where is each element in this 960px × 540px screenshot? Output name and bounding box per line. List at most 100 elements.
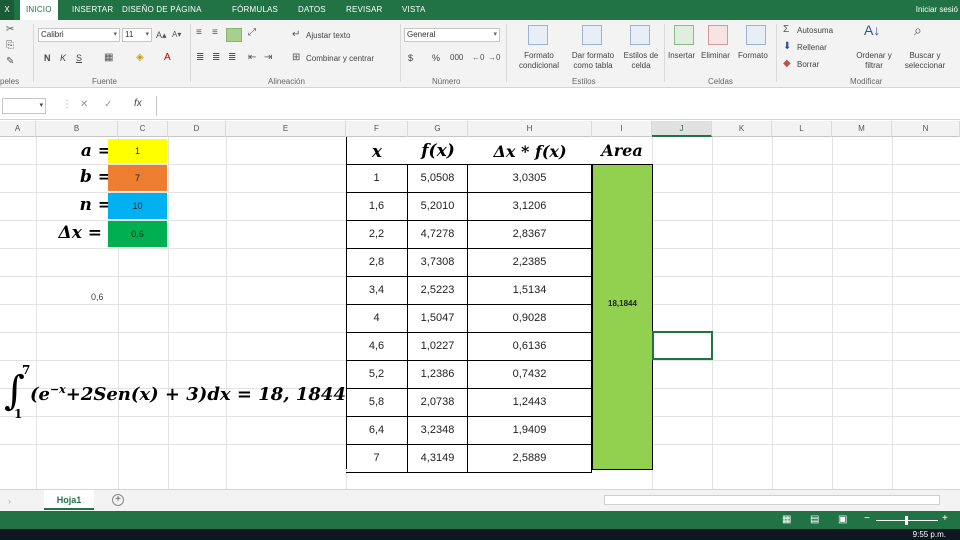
cell-fx[interactable]: 2,5223	[408, 277, 468, 305]
cell-dxfx[interactable]: 0,6136	[468, 333, 592, 361]
cell-dxfx[interactable]: 3,1206	[468, 193, 592, 221]
column-header-h[interactable]: H	[468, 121, 592, 137]
find-select-icon[interactable]: ⌕	[914, 23, 922, 37]
cell-dxfx[interactable]: 2,5889	[468, 445, 592, 473]
tab-insertar[interactable]: INSERTAR	[72, 0, 113, 20]
increase-indent-icon[interactable]: ⇥	[264, 52, 272, 64]
cell-x[interactable]: 2,2	[346, 221, 408, 249]
param-value-dx[interactable]: 0,6	[108, 221, 167, 247]
cell-dxfx[interactable]: 1,5134	[468, 277, 592, 305]
zoom-out-icon[interactable]: −	[864, 513, 870, 525]
cell-dxfx[interactable]: 3,0305	[468, 165, 592, 193]
underline-button[interactable]: S	[76, 53, 82, 63]
increase-font-icon[interactable]: A▴	[156, 29, 167, 41]
find-select-button[interactable]: Buscar y seleccionar	[898, 51, 952, 71]
app-badge[interactable]: X	[0, 0, 14, 20]
conditional-format-button[interactable]: Formato condicional	[512, 51, 566, 71]
percent-button[interactable]: %	[432, 53, 440, 63]
cell-x[interactable]: 1,6	[346, 193, 408, 221]
normal-view-icon[interactable]: ▦	[782, 514, 791, 526]
page-layout-icon[interactable]: ▤	[810, 514, 819, 526]
column-header-m[interactable]: M	[832, 121, 892, 137]
wrap-text-button[interactable]: Ajustar texto	[306, 31, 350, 40]
decrease-indent-icon[interactable]: ⇤	[248, 52, 256, 64]
clear-button[interactable]: Borrar	[797, 60, 819, 69]
column-header-g[interactable]: G	[408, 121, 468, 137]
column-header-j[interactable]: J	[652, 121, 712, 137]
page-break-icon[interactable]: ▣	[838, 514, 847, 526]
cell-value[interactable]: 0,6	[91, 292, 104, 302]
decrease-font-icon[interactable]: A▾	[172, 29, 181, 41]
column-header-l[interactable]: L	[772, 121, 832, 137]
column-header-b[interactable]: B	[36, 121, 118, 137]
bold-button[interactable]: N	[44, 53, 51, 63]
thousands-button[interactable]: 000	[450, 53, 463, 62]
insert-cells-icon[interactable]	[674, 25, 694, 45]
column-header-a[interactable]: A	[0, 121, 36, 137]
align-right-icon[interactable]: ≣	[228, 52, 236, 64]
cell-x[interactable]: 5,2	[346, 361, 408, 389]
sort-filter-icon[interactable]: A↓	[864, 23, 880, 37]
borders-icon[interactable]: ▦	[104, 52, 113, 64]
param-value-n[interactable]: 10	[108, 193, 167, 219]
insert-function-button[interactable]: fx	[134, 98, 142, 109]
cell-x[interactable]: 3,4	[346, 277, 408, 305]
conditional-format-icon[interactable]	[528, 25, 548, 45]
orientation-icon[interactable]: ⤢	[248, 27, 256, 39]
confirm-icon[interactable]: ✓	[104, 99, 112, 111]
number-format-select[interactable]: General ▾	[404, 28, 500, 42]
cell-dxfx[interactable]: 1,9409	[468, 417, 592, 445]
cell-dxfx[interactable]: 0,9028	[468, 305, 592, 333]
align-middle-icon[interactable]: ≡	[212, 27, 218, 39]
cell-dxfx[interactable]: 1,2443	[468, 389, 592, 417]
fill-button[interactable]: Rellenar	[797, 43, 827, 52]
column-header-k[interactable]: K	[712, 121, 772, 137]
font-size-select[interactable]: 11 ▾	[122, 28, 152, 42]
cell-fx[interactable]: 2,0738	[408, 389, 468, 417]
zoom-slider-handle[interactable]	[905, 516, 908, 525]
tab-formulas[interactable]: FÓRMULAS	[232, 0, 278, 20]
insert-cells-button[interactable]: Insertar	[668, 51, 695, 60]
cell-dxfx[interactable]: 2,2385	[468, 249, 592, 277]
cell-fx[interactable]: 5,0508	[408, 165, 468, 193]
cell-fx[interactable]: 1,2386	[408, 361, 468, 389]
clear-icon[interactable]: ◆	[783, 58, 791, 70]
cut-icon[interactable]: ✂	[6, 24, 14, 36]
cell-x[interactable]: 4	[346, 305, 408, 333]
column-header-c[interactable]: C	[118, 121, 168, 137]
sort-filter-button[interactable]: Ordenar y filtrar	[852, 51, 896, 71]
cell-x[interactable]: 1	[346, 165, 408, 193]
format-painter-icon[interactable]: ✎	[6, 56, 14, 68]
format-cells-button[interactable]: Formato	[738, 51, 768, 60]
format-table-icon[interactable]	[582, 25, 602, 45]
decrease-decimal-icon[interactable]: →0	[488, 52, 500, 64]
column-header-f[interactable]: F	[346, 121, 408, 137]
tab-diseno-pagina[interactable]: DISEÑO DE PÁGINA	[122, 0, 202, 20]
italic-button[interactable]: K	[60, 53, 66, 63]
tab-inicio[interactable]: INICIO	[20, 0, 58, 20]
currency-button[interactable]: $	[408, 53, 413, 63]
column-header-i[interactable]: I	[592, 121, 652, 137]
cell-x[interactable]: 6,4	[346, 417, 408, 445]
cell-fx[interactable]: 1,5047	[408, 305, 468, 333]
tab-vista[interactable]: VISTA	[402, 0, 426, 20]
merge-icon[interactable]: ⊞	[292, 52, 300, 64]
format-cells-icon[interactable]	[746, 25, 766, 45]
tab-revisar[interactable]: REVISAR	[346, 0, 383, 20]
increase-decimal-icon[interactable]: ←0	[472, 52, 484, 64]
fill-color-icon[interactable]: ◈	[136, 52, 144, 64]
format-table-button[interactable]: Dar formato como tabla	[566, 51, 620, 71]
cell-fx[interactable]: 4,7278	[408, 221, 468, 249]
cell-dxfx[interactable]: 0,7432	[468, 361, 592, 389]
name-box[interactable]: ▾	[2, 98, 46, 114]
cell-fx[interactable]: 5,2010	[408, 193, 468, 221]
cell-fx[interactable]: 1,0227	[408, 333, 468, 361]
zoom-in-icon[interactable]: +	[942, 513, 948, 525]
cell-fx[interactable]: 3,7308	[408, 249, 468, 277]
font-name-select[interactable]: Calibri ▾	[38, 28, 120, 42]
merge-center-button[interactable]: Combinar y centrar	[306, 54, 374, 63]
copy-icon[interactable]: ⎘	[6, 40, 14, 52]
wrap-text-icon[interactable]: ↵	[292, 29, 300, 41]
cell-fx[interactable]: 4,3149	[408, 445, 468, 473]
cell-styles-button[interactable]: Estilos de celda	[620, 51, 662, 71]
